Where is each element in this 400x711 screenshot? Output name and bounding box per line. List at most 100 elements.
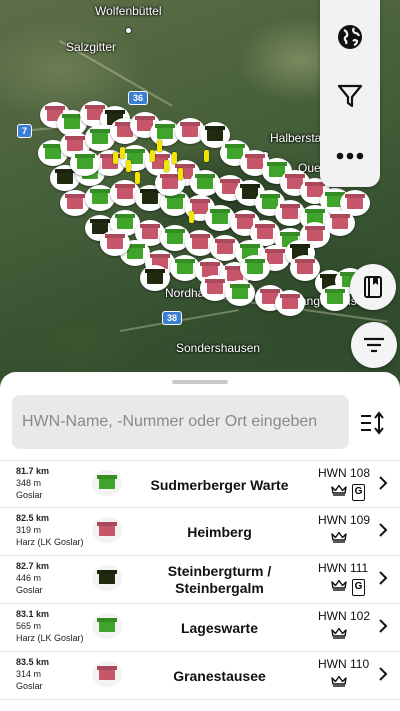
crown-icon: [331, 674, 347, 692]
distance-label: 83.5 km: [16, 657, 50, 667]
chevron-right-icon: [378, 522, 388, 543]
list-item[interactable]: 83.1 km 565 m Harz (LK Goslar) Lageswarte HW…: [0, 604, 400, 652]
stamp-box-icon: [99, 525, 115, 536]
more-icon: [336, 152, 364, 160]
badge-group: [331, 530, 347, 548]
chevron-right-icon: [378, 570, 388, 591]
hwn-number: HWN 111: [318, 561, 369, 575]
hwn-number: HWN 110: [318, 657, 370, 671]
map-marker[interactable]: [70, 150, 100, 176]
distance-info: 82.7 km 446 m Goslar: [16, 560, 49, 596]
passport-button[interactable]: [350, 264, 396, 310]
chevron-right-icon: [378, 475, 388, 496]
map-place-label: Wolfenbüttel: [95, 4, 162, 18]
hwn-number: HWN 108: [318, 466, 371, 480]
sheet-drag-handle[interactable]: [172, 380, 228, 384]
distance-info: 81.7 km 348 m Goslar: [16, 465, 49, 501]
map-pin[interactable]: [172, 152, 177, 164]
search-input[interactable]: [22, 413, 339, 431]
crown-icon: [331, 626, 347, 644]
map-marker[interactable]: [275, 290, 305, 316]
stamp-box-icon: [99, 669, 115, 680]
badge-group: G: [331, 483, 365, 501]
stamp-status-icon: [92, 470, 122, 496]
stamp-name: Steinbergturm / Steinbergalm: [167, 563, 272, 596]
g-badge: G: [352, 578, 365, 596]
stamp-name: Granestausee: [173, 667, 266, 684]
map-pin[interactable]: [120, 147, 125, 159]
search-field[interactable]: [12, 395, 349, 449]
hwn-number: HWN 109: [318, 513, 371, 527]
map-marker[interactable]: [100, 230, 130, 256]
crown-icon: [331, 483, 347, 501]
map-place-label: Sondershausen: [176, 341, 261, 355]
region-label: Harz (LK Goslar): [16, 633, 84, 643]
stamp-box-icon: [99, 621, 115, 632]
list-filter-icon: [364, 337, 384, 353]
filter-icon: [337, 84, 363, 108]
stamp-box-icon: [99, 573, 115, 584]
stamp-status-icon: [92, 565, 122, 591]
map-control-panel: [320, 0, 380, 187]
badge-group: G: [331, 578, 365, 596]
elevation-label: 348 m: [16, 478, 42, 488]
route-badge: 38: [162, 311, 183, 325]
stamp-name: Heimberg: [187, 523, 252, 540]
badge-group: [331, 626, 347, 644]
elevation-label: 565 m: [16, 621, 42, 631]
crown-icon: [331, 530, 347, 548]
list-item[interactable]: 82.5 km 319 m Harz (LK Goslar) Heimberg HWN …: [0, 508, 400, 556]
book-icon: [364, 276, 382, 298]
stamp-status-icon: [92, 613, 122, 639]
region-label: Goslar: [16, 585, 43, 595]
map-pin[interactable]: [135, 172, 140, 184]
map-pin[interactable]: [157, 140, 162, 152]
chevron-right-icon: [378, 666, 388, 687]
stamp-name: Lageswarte: [180, 619, 259, 636]
map-marker[interactable]: [140, 265, 170, 291]
list-filter-button[interactable]: [351, 322, 397, 368]
distance-info: 83.5 km 314 m Goslar: [16, 656, 49, 692]
stamp-list: 81.7 km 348 m Goslar Sudmerberger Warte HWN …: [0, 460, 400, 700]
stamp-name: Sudmerberger Warte: [150, 476, 289, 493]
map-marker[interactable]: [240, 255, 270, 281]
distance-label: 82.5 km: [16, 513, 50, 523]
crown-icon: [331, 578, 347, 596]
distance-label: 82.7 km: [16, 561, 50, 571]
stamp-status-icon: [92, 661, 122, 687]
region-label: Harz (LK Goslar): [16, 537, 84, 547]
g-badge: G: [352, 483, 365, 501]
map-pin[interactable]: [204, 150, 209, 162]
map-pin[interactable]: [113, 152, 118, 164]
chevron-right-icon: [378, 618, 388, 639]
list-item[interactable]: 83.5 km 314 m Goslar Granestausee HWN 110: [0, 652, 400, 700]
map-pin[interactable]: [189, 211, 194, 223]
app-screen: Wolfenbüttel Salzgitter Halberstadt Nord…: [0, 0, 400, 711]
hwn-number: HWN 102: [318, 609, 371, 623]
globe-button[interactable]: [320, 12, 380, 62]
filter-button[interactable]: [320, 71, 380, 121]
bottom-sheet: 81.7 km 348 m Goslar Sudmerberger Warte HWN …: [0, 372, 400, 711]
map-pin[interactable]: [150, 150, 155, 162]
distance-info: 82.5 km 319 m Harz (LK Goslar): [16, 512, 84, 548]
badge-group: [331, 674, 347, 692]
map-pin[interactable]: [164, 160, 169, 172]
elevation-label: 314 m: [16, 669, 42, 679]
route-badge: 7: [17, 124, 33, 138]
city-dot: [125, 27, 132, 34]
map-pin[interactable]: [178, 168, 183, 180]
elevation-label: 446 m: [16, 573, 42, 583]
stamp-box-icon: [99, 478, 115, 489]
list-item[interactable]: 81.7 km 348 m Goslar Sudmerberger Warte HWN …: [0, 460, 400, 508]
list-item[interactable]: 82.7 km 446 m Goslar Steinbergturm / Steinb…: [0, 556, 400, 604]
map-pin[interactable]: [126, 160, 131, 172]
globe-icon: [338, 25, 362, 49]
distance-label: 83.1 km: [16, 609, 50, 619]
map-place-label: Salzgitter: [66, 40, 117, 54]
map-marker[interactable]: [225, 280, 255, 306]
elevation-label: 319 m: [16, 525, 42, 535]
more-button[interactable]: [320, 131, 380, 181]
sort-button[interactable]: [356, 409, 390, 437]
region-label: Goslar: [16, 490, 43, 500]
map-marker[interactable]: [320, 285, 350, 311]
